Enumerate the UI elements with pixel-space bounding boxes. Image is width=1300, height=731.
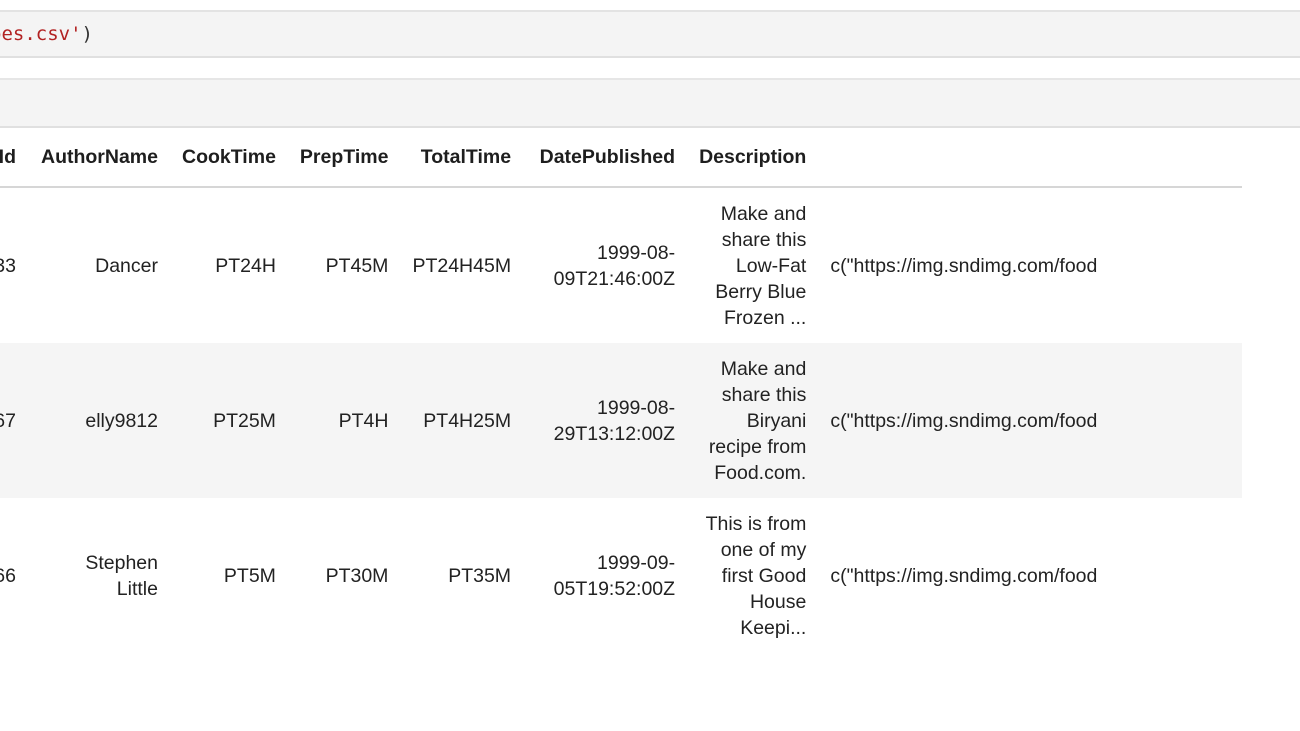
- col-header-cook-time: CookTime: [170, 128, 288, 188]
- cell-total-time: PT35M: [448, 564, 512, 587]
- cell-cook-time: PT25M: [170, 343, 288, 498]
- col-header-recipe-id: rId: [0, 128, 28, 188]
- cell-date-published: 1999-09- 05T19:52:00Z: [553, 551, 676, 600]
- col-header-date-published: DatePublished: [523, 128, 688, 188]
- table-row: 33 Dancer PT24H PT45M PT24H45M 1999-08-0…: [0, 187, 1242, 343]
- col-header-description: Description: [687, 128, 819, 188]
- col-header-total-time: TotalTime: [400, 128, 524, 188]
- col-header-author-name: AuthorName: [28, 128, 170, 188]
- table-row: 67 elly9812 PT25M PT4H PT4H25M 1999-08-2…: [0, 343, 1243, 498]
- dataframe-output: rId AuthorName CookTime PrepTime TotalTi…: [0, 128, 1300, 731]
- cell-author-name: Dancer: [95, 254, 158, 277]
- cell-author-name: elly9812: [28, 343, 170, 498]
- empty-code-cell[interactable]: [0, 78, 1300, 128]
- code-string-literal: pes.csv': [0, 23, 82, 45]
- code-line: pes.csv'): [0, 21, 93, 47]
- cell-date-published: 1999-08- 09T21:46:00Z: [553, 241, 676, 290]
- cell-images: c("https://img.sndimg.com/food: [830, 564, 1098, 587]
- cell-cook-time: PT5M: [223, 564, 276, 587]
- cell-total-time: PT24H45M: [412, 254, 512, 277]
- cell-description: Make and share this Biryani recipe from …: [687, 343, 819, 498]
- cell-author-name: Stephen Little: [85, 551, 158, 600]
- cell-description: This is from one of my first Good House …: [705, 512, 807, 639]
- cell-prep-time: PT30M: [325, 564, 389, 587]
- cell-prep-time: PT45M: [325, 254, 389, 277]
- cell-images: c("https://img.sndimg.com/food: [830, 254, 1098, 277]
- code-close-paren: ): [81, 23, 93, 45]
- cell-images: c("https://img.sndimg.com/food: [818, 343, 1243, 498]
- cell-recipe-id: 33: [0, 254, 16, 277]
- cell-description: Make and share this Low-Fat Berry Blue F…: [715, 202, 807, 329]
- cell-date-published: 1999-08- 29T13:12:00Z: [523, 343, 688, 498]
- cell-recipe-id: 67: [0, 343, 28, 498]
- code-cell[interactable]: pes.csv'): [0, 10, 1300, 58]
- table-row: 66 Stephen Little PT5M PT30M PT35M 1999-…: [0, 498, 1242, 653]
- col-header-prep-time: PrepTime: [287, 128, 401, 188]
- cell-recipe-id: 66: [0, 564, 16, 587]
- header-row: rId AuthorName CookTime PrepTime TotalTi…: [0, 128, 1243, 188]
- cell-prep-time: PT4H: [287, 343, 401, 498]
- dataframe-table: rId AuthorName CookTime PrepTime TotalTi…: [0, 128, 1243, 653]
- col-header-images: [818, 128, 1243, 188]
- cell-cook-time: PT24H: [215, 254, 276, 277]
- cell-total-time: PT4H25M: [400, 343, 524, 498]
